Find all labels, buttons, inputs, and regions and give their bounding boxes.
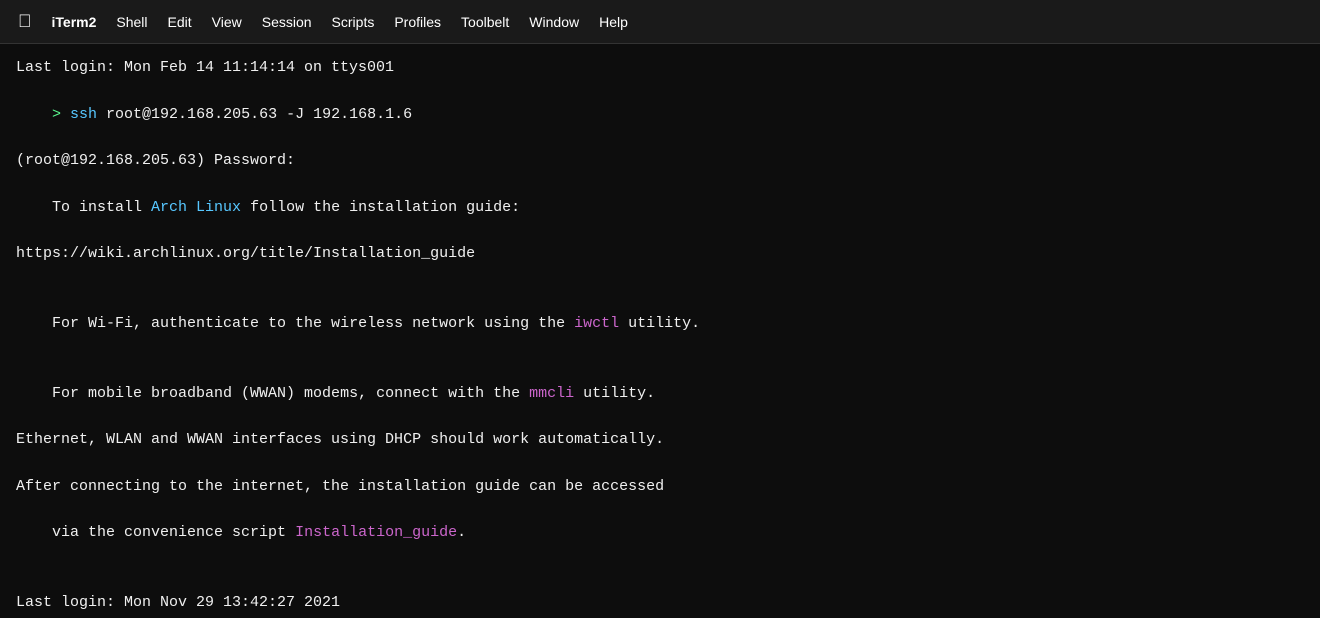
convenience-script-line: via the convenience script Installation_… [16, 498, 1304, 568]
edit-menu[interactable]: Edit [158, 10, 202, 34]
terminal[interactable]: Last login: Mon Feb 14 11:14:14 on ttys0… [0, 44, 1320, 618]
wifi-line: For Wi-Fi, authenticate to the wireless … [16, 289, 1304, 359]
iterm2-menu[interactable]: iTerm2 [42, 10, 107, 34]
ssh-args: root@192.168.205.63 -J 192.168.1.6 [97, 106, 412, 123]
session-menu[interactable]: Session [252, 10, 322, 34]
after-connecting-line: After connecting to the internet, the in… [16, 475, 1304, 498]
install-line: To install Arch Linux follow the install… [16, 172, 1304, 242]
prompt-arrow: > [52, 106, 70, 123]
wifi-rest: utility. [619, 315, 700, 332]
window-menu[interactable]: Window [519, 10, 589, 34]
blank-line-2 [16, 451, 1304, 474]
period: . [457, 524, 466, 541]
shell-menu[interactable]: Shell [106, 10, 157, 34]
apple-menu[interactable]:  [8, 7, 42, 36]
ethernet-line: Ethernet, WLAN and WWAN interfaces using… [16, 428, 1304, 451]
mobile-text: For mobile broadband (WWAN) modems, conn… [52, 385, 529, 402]
ssh-command-line: > ssh root@192.168.205.63 -J 192.168.1.6 [16, 79, 1304, 149]
to-install-text: To install [52, 199, 151, 216]
mmcli-text: mmcli [529, 385, 574, 402]
wifi-text: For Wi-Fi, authenticate to the wireless … [52, 315, 574, 332]
toolbelt-menu[interactable]: Toolbelt [451, 10, 519, 34]
follow-text: follow the installation guide: [241, 199, 520, 216]
menubar:  iTerm2 Shell Edit View Session Scripts… [0, 0, 1320, 44]
scripts-menu[interactable]: Scripts [322, 10, 385, 34]
profiles-menu[interactable]: Profiles [384, 10, 451, 34]
mobile-line: For mobile broadband (WWAN) modems, conn… [16, 358, 1304, 428]
view-menu[interactable]: View [202, 10, 252, 34]
password-line: (root@192.168.205.63) Password: [16, 149, 1304, 172]
via-text: via the convenience script [52, 524, 295, 541]
mobile-rest: utility. [574, 385, 655, 402]
prompt-line: root@archiso ~ # [16, 614, 1304, 618]
last-login-line1: Last login: Mon Feb 14 11:14:14 on ttys0… [16, 56, 1304, 79]
blank-line-1 [16, 265, 1304, 288]
last-login-line2: Last login: Mon Nov 29 13:42:27 2021 [16, 591, 1304, 614]
blank-line-3 [16, 568, 1304, 591]
ssh-keyword: ssh [70, 106, 97, 123]
iwctl-text: iwctl [574, 315, 619, 332]
url-line: https://wiki.archlinux.org/title/Install… [16, 242, 1304, 265]
installation-guide-link: Installation_guide [295, 524, 457, 541]
arch-linux-text: Arch Linux [151, 199, 241, 216]
help-menu[interactable]: Help [589, 10, 638, 34]
